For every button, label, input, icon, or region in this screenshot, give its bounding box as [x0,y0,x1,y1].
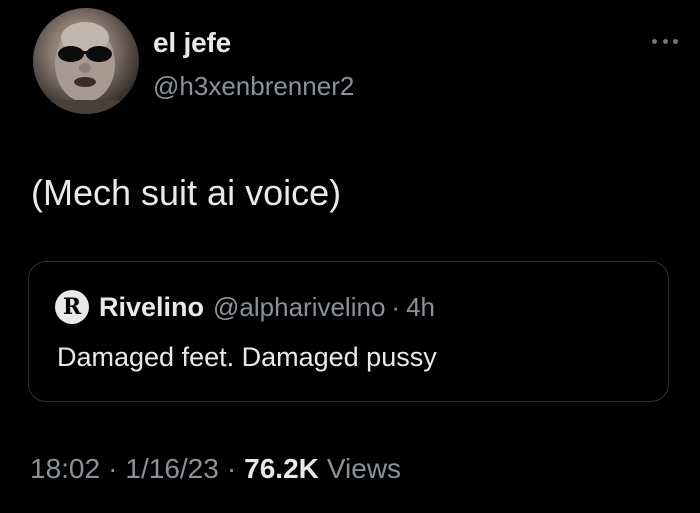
dot [662,38,668,44]
quoted-tweet-card[interactable]: R Rivelino @alpharivelino · 4h Damaged f… [28,261,669,402]
quoted-tweet-text: Damaged feet. Damaged pussy [57,342,437,372]
author-display-name[interactable]: el jefe [153,26,231,60]
quoted-tweet-header: R Rivelino @alpharivelino · 4h [55,290,435,324]
quoted-author-name: Rivelino [99,291,205,322]
tweet-text: (Mech suit ai voice) [31,172,342,213]
meta-separator: · [226,453,237,484]
more-options-icon[interactable] [652,36,678,46]
quoted-author-avatar: R [55,290,89,324]
author-avatar[interactable] [33,8,139,114]
author-handle[interactable]: @h3xenbrenner2 [153,70,354,102]
tweet-meta: 18:02 · 1/16/23 · 76.2K Views [30,451,401,487]
tweet-date[interactable]: 1/16/23 [125,451,218,487]
views-count: 76.2K [244,453,319,484]
dot [673,38,678,44]
dot [652,38,657,44]
quoted-timestamp: 4h [406,291,436,322]
tweet-time[interactable]: 18:02 [30,451,100,487]
quoted-author-handle: @alpharivelino [213,291,386,322]
meta-separator: · [108,453,118,484]
quoted-separator: · [391,291,401,322]
views-label: Views [326,453,402,484]
